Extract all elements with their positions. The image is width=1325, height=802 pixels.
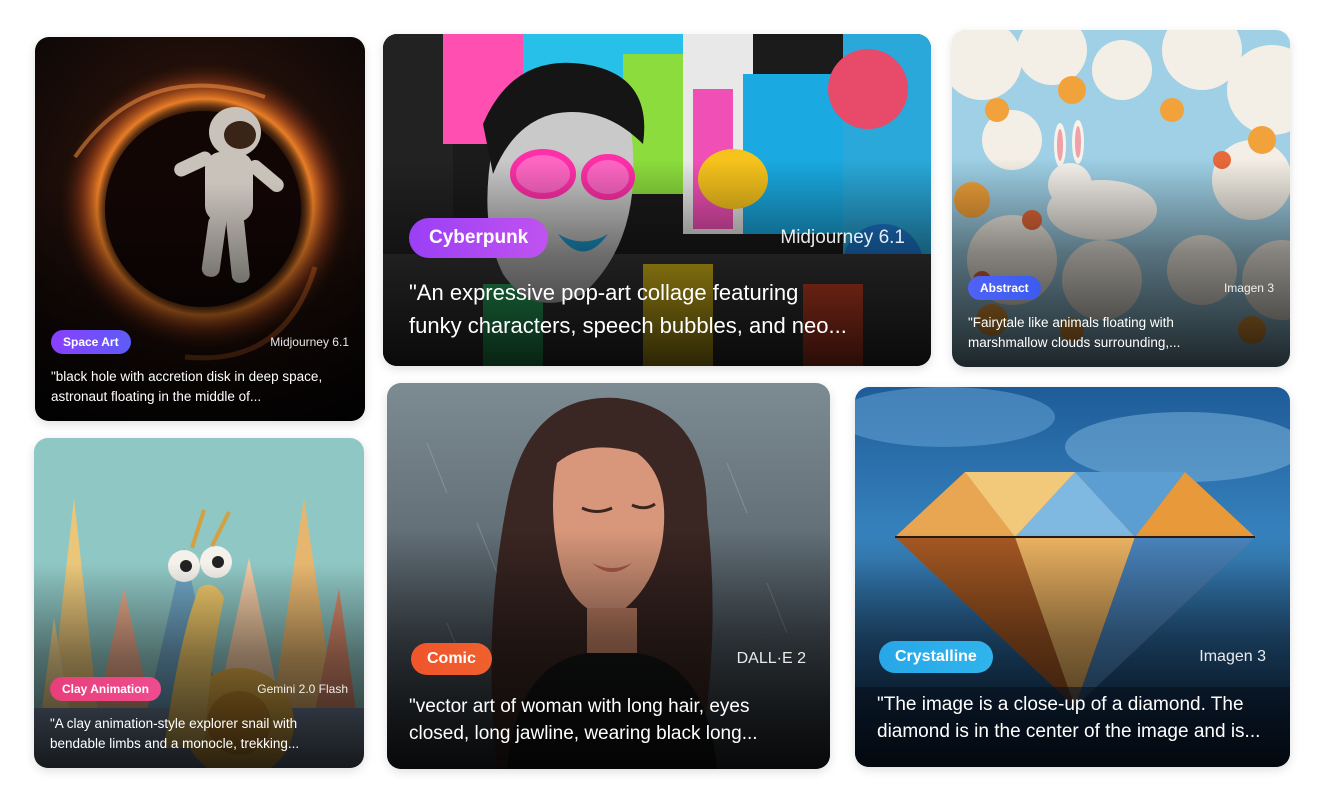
gallery-card-space-art[interactable]: Space Art Midjourney 6.1 "black hole wit… bbox=[35, 37, 365, 421]
card-meta-row: Clay Animation Gemini 2.0 Flash bbox=[34, 677, 364, 701]
prompt-line-1: "The image is a close-up of a diamond. T… bbox=[877, 694, 1244, 715]
gallery-card-clay-animation[interactable]: Clay Animation Gemini 2.0 Flash "A clay … bbox=[34, 438, 364, 768]
prompt-line-1: "A clay animation-style explorer snail w… bbox=[50, 716, 298, 731]
card-meta-row: Cyberpunk Midjourney 6.1 bbox=[383, 218, 931, 258]
card-meta-row: Comic DALL·E 2 bbox=[387, 643, 830, 675]
style-tag[interactable]: Abstract bbox=[968, 276, 1041, 300]
gallery-card-cyberpunk[interactable]: Cyberpunk Midjourney 6.1 "An expressive … bbox=[383, 34, 931, 366]
prompt-line-2: closed, long jawline, wearing black long… bbox=[409, 723, 758, 744]
model-label: Gemini 2.0 Flash bbox=[257, 682, 348, 696]
prompt-line-2: bendable limbs and a monocle, trekking..… bbox=[50, 736, 300, 751]
model-label: Midjourney 6.1 bbox=[780, 227, 905, 248]
prompt-line-1: "vector art of woman with long hair, eye… bbox=[409, 696, 750, 717]
prompt-text: "Fairytale like animals floating with ma… bbox=[952, 313, 1290, 353]
model-label: Imagen 3 bbox=[1199, 648, 1266, 665]
style-tag[interactable]: Space Art bbox=[51, 330, 131, 354]
prompt-line-2: astronaut floating in the middle of... bbox=[51, 389, 262, 404]
model-label: Imagen 3 bbox=[1223, 281, 1274, 295]
style-tag[interactable]: Comic bbox=[411, 643, 492, 675]
prompt-line-1: "An expressive pop-art collage featuring bbox=[409, 280, 799, 305]
prompt-text: "A clay animation-style explorer snail w… bbox=[34, 714, 364, 754]
style-tag[interactable]: Clay Animation bbox=[50, 677, 161, 701]
prompt-text: "black hole with accretion disk in deep … bbox=[35, 367, 365, 407]
prompt-line-1: "Fairytale like animals floating with bbox=[968, 315, 1174, 330]
model-label: DALL·E 2 bbox=[736, 650, 806, 667]
gallery-card-comic[interactable]: Comic DALL·E 2 "vector art of woman with… bbox=[387, 383, 830, 769]
style-tag[interactable]: Cyberpunk bbox=[409, 218, 549, 258]
style-tag[interactable]: Crystalline bbox=[879, 641, 993, 673]
card-meta-row: Abstract Imagen 3 bbox=[952, 276, 1290, 300]
prompt-text: "The image is a close-up of a diamond. T… bbox=[855, 691, 1290, 745]
gallery-card-abstract[interactable]: Abstract Imagen 3 "Fairytale like animal… bbox=[952, 30, 1290, 367]
card-meta-row: Crystalline Imagen 3 bbox=[855, 641, 1290, 673]
prompt-line-2: diamond is in the center of the image an… bbox=[877, 721, 1261, 742]
prompt-line-2: funky characters, speech bubbles, and ne… bbox=[409, 313, 847, 338]
prompt-text: "An expressive pop-art collage featuring… bbox=[383, 276, 931, 342]
model-label: Midjourney 6.1 bbox=[270, 335, 349, 349]
prompt-line-2: marshmallow clouds surrounding,... bbox=[968, 335, 1181, 350]
gallery-card-crystalline[interactable]: Crystalline Imagen 3 "The image is a clo… bbox=[855, 387, 1290, 767]
prompt-text: "vector art of woman with long hair, eye… bbox=[387, 693, 830, 747]
prompt-line-1: "black hole with accretion disk in deep … bbox=[51, 369, 323, 384]
card-meta-row: Space Art Midjourney 6.1 bbox=[35, 330, 365, 354]
